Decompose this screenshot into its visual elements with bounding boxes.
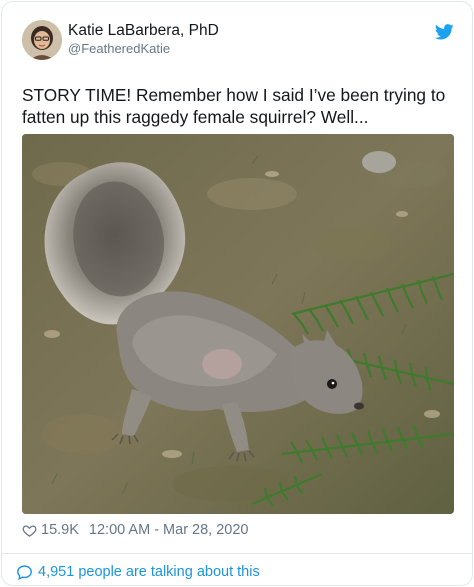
heart-icon[interactable] xyxy=(22,523,37,538)
avatar-image xyxy=(22,20,62,60)
tweet-card: Katie LaBarbera, PhD @FeatheredKatie STO… xyxy=(1,1,473,586)
squirrel-photo xyxy=(22,134,454,514)
tweet-text: STORY TIME! Remember how I said I’ve bee… xyxy=(22,85,446,127)
twitter-bird-icon[interactable] xyxy=(435,24,454,40)
timestamp[interactable]: 12:00 AM - Mar 28, 2020 xyxy=(89,522,249,538)
speech-bubble-icon xyxy=(16,564,33,581)
tweet-meta: 15.9K 12:00 AM - Mar 28, 2020 xyxy=(22,519,454,541)
talking-text: 4,951 people are talking about this xyxy=(38,564,260,580)
author-handle[interactable]: @FeatheredKatie xyxy=(68,41,170,56)
tweet-header: Katie LaBarbera, PhD @FeatheredKatie xyxy=(22,20,454,62)
talking-link[interactable]: 4,951 people are talking about this xyxy=(16,562,260,582)
like-count[interactable]: 15.9K xyxy=(41,522,79,538)
tweet-photo[interactable] xyxy=(22,134,454,514)
author-name[interactable]: Katie LaBarbera, PhD xyxy=(68,22,219,40)
divider xyxy=(2,553,472,554)
author-avatar[interactable] xyxy=(22,20,62,60)
